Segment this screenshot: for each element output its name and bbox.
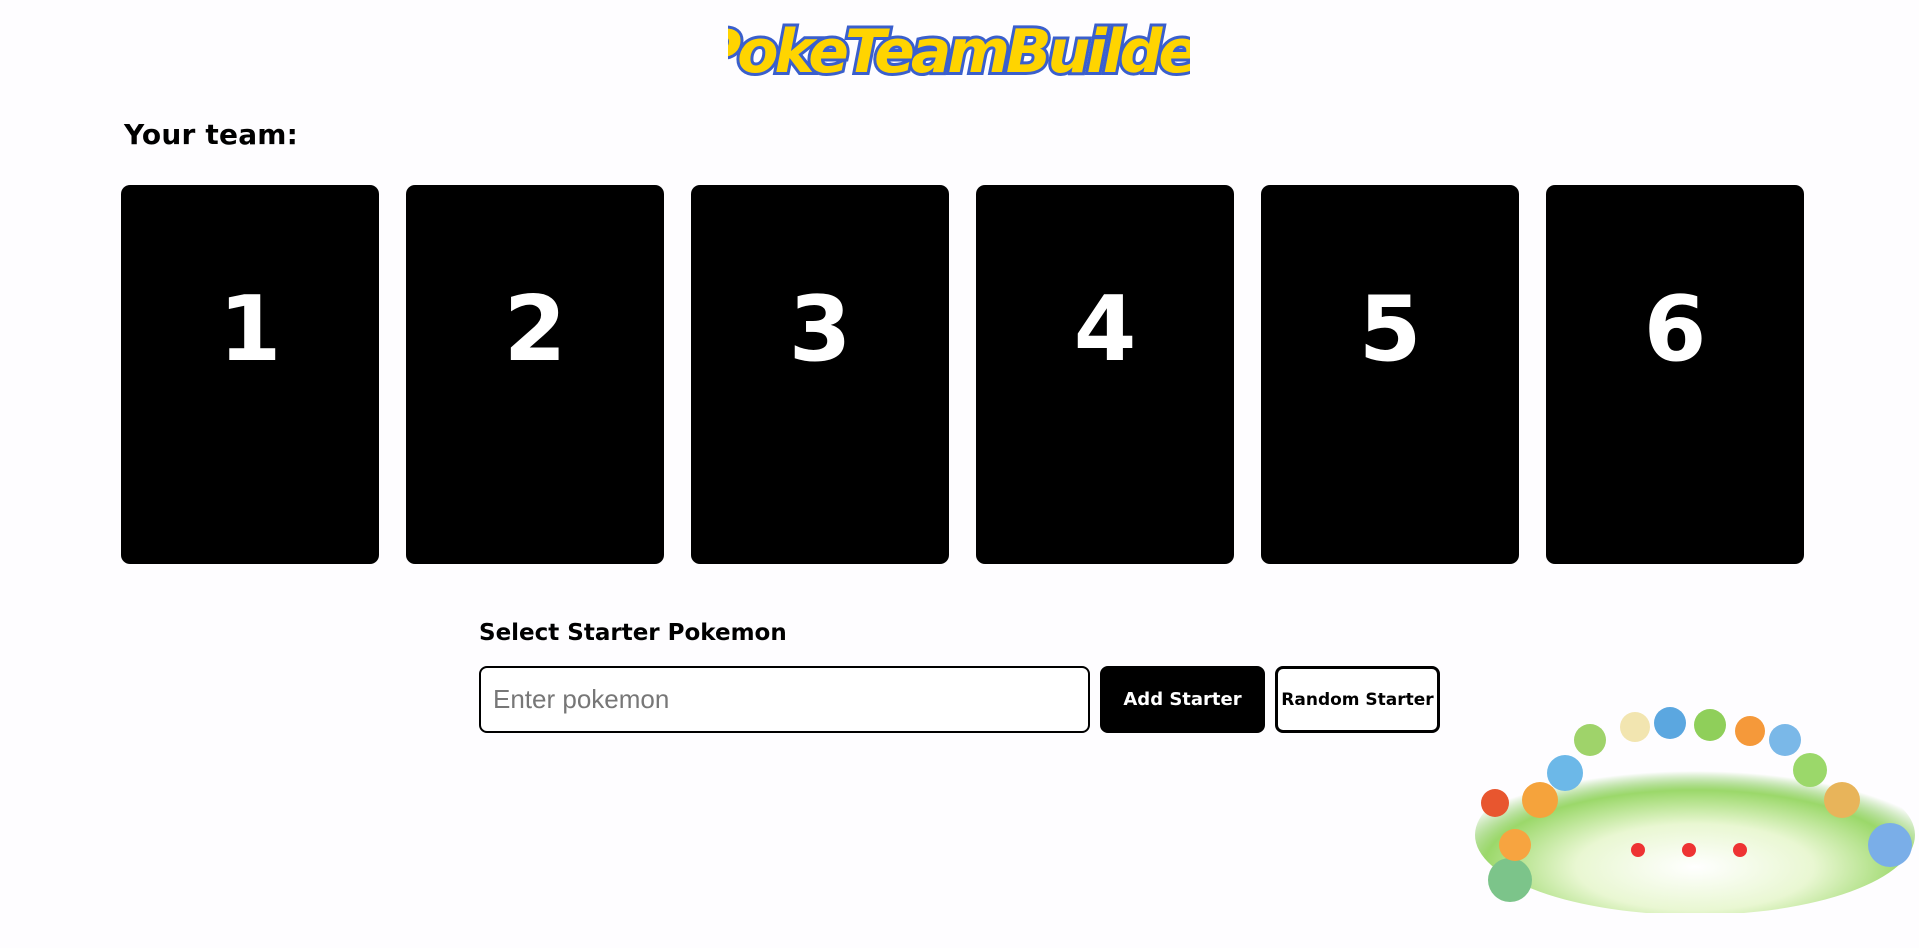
- team-slot-6[interactable]: 6: [1546, 185, 1804, 564]
- app-logo: PokeTeamBuilder: [728, 10, 1190, 96]
- random-starter-button[interactable]: Random Starter: [1275, 666, 1440, 733]
- starter-form: Add Starter Random Starter: [479, 666, 1440, 733]
- add-starter-button[interactable]: Add Starter: [1100, 666, 1265, 733]
- team-slot-3[interactable]: 3: [691, 185, 949, 564]
- slot-number: 3: [788, 277, 852, 382]
- starter-label: Select Starter Pokemon: [479, 620, 787, 646]
- slot-number: 5: [1358, 277, 1422, 382]
- slot-number: 2: [503, 277, 567, 382]
- logo-text: PokeTeamBuilder: [728, 17, 1190, 87]
- team-slot-5[interactable]: 5: [1261, 185, 1519, 564]
- team-slot-4[interactable]: 4: [976, 185, 1234, 564]
- team-heading: Your team:: [124, 118, 299, 151]
- starter-input[interactable]: [479, 666, 1090, 733]
- slot-number: 6: [1643, 277, 1707, 382]
- team-slot-1[interactable]: 1: [121, 185, 379, 564]
- team-slot-2[interactable]: 2: [406, 185, 664, 564]
- slot-number: 1: [218, 277, 282, 382]
- starter-pokemon-illustration: [1470, 695, 1919, 913]
- page: PokeTeamBuilder Your team: 1 2 3 4 5 6 S…: [0, 0, 1919, 948]
- slot-number: 4: [1073, 277, 1137, 382]
- team-slots: 1 2 3 4 5 6: [121, 185, 1804, 564]
